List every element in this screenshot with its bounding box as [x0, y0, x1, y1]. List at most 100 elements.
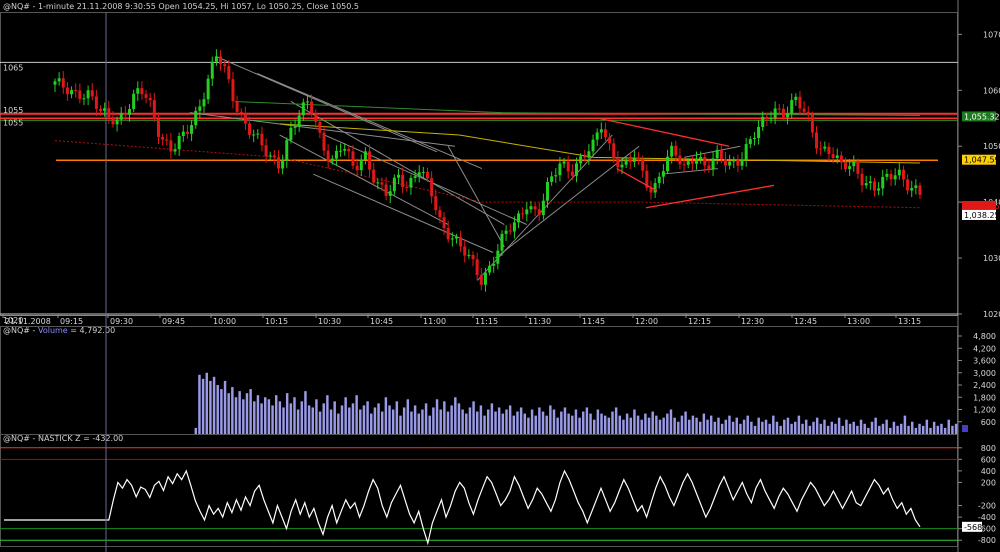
candle-up: [864, 183, 868, 186]
candle-up: [744, 144, 748, 160]
volume-bar: [629, 417, 632, 434]
moving-average-red_dotted: [54, 140, 921, 209]
price-tick-label: 1030: [983, 254, 1000, 263]
candle-up: [413, 176, 417, 179]
candle-up: [488, 265, 492, 273]
volume-bar: [764, 419, 768, 434]
candle-down: [384, 184, 388, 196]
candle-down: [537, 209, 541, 215]
volume-bar: [271, 405, 274, 434]
candle-down: [65, 87, 69, 95]
candle-up: [748, 139, 752, 145]
volume-tick-label: 1,800: [973, 393, 996, 402]
volume-bar: [918, 423, 921, 434]
candle-down: [616, 158, 620, 168]
candle-up: [914, 185, 918, 188]
volume-bar: [622, 419, 625, 434]
candle-down: [185, 131, 189, 134]
time-tick-label: 10:15: [265, 317, 288, 326]
candle-down: [430, 178, 434, 197]
volume-bar: [519, 407, 523, 434]
volume-title-symbol: @NQ# -: [3, 326, 36, 335]
volume-bar: [538, 407, 541, 434]
volume-bar: [837, 417, 841, 434]
candle-up: [711, 158, 715, 170]
volume-bar: [925, 419, 929, 434]
candle-down: [405, 186, 409, 188]
volume-bar: [611, 411, 614, 434]
volume-bar: [951, 425, 954, 434]
volume-bar: [326, 395, 329, 434]
left-level-label: 1055: [3, 106, 23, 115]
volume-bar: [465, 413, 468, 434]
volume-bar: [256, 395, 260, 434]
volume-bar: [834, 423, 837, 434]
candle-up: [620, 164, 624, 168]
volume-bar: [216, 385, 219, 434]
volume-bar: [486, 409, 490, 434]
volume-bar: [680, 415, 684, 434]
volume-bar: [560, 411, 563, 434]
candle-down: [810, 114, 814, 133]
volume-tick-label: 4,200: [973, 344, 996, 353]
volume-bar: [322, 403, 325, 434]
volume-bar: [304, 391, 307, 434]
volume-bar: [932, 421, 936, 434]
volume-bar: [881, 423, 885, 434]
volume-bar: [366, 401, 369, 434]
volume-bar: [709, 415, 713, 434]
trading-chart[interactable]: 1065105510551020 10201030104010501060107…: [0, 0, 1000, 552]
candle-up: [848, 166, 852, 170]
candle-down: [566, 161, 570, 172]
candle-up: [136, 88, 140, 94]
volume-bar: [205, 372, 208, 434]
candle-down: [322, 132, 326, 151]
candle-down: [678, 155, 682, 165]
volume-bar: [479, 405, 483, 434]
volume-bar: [476, 411, 479, 434]
volume-bar: [870, 421, 874, 434]
volume-bar: [578, 417, 581, 434]
volume-bar: [264, 397, 267, 434]
volume-bar: [220, 389, 223, 434]
volume-bar: [921, 425, 925, 434]
candle-down: [318, 121, 322, 133]
candle-up: [202, 99, 206, 107]
candle-down: [368, 151, 372, 170]
volume-bar: [688, 419, 691, 434]
volume-bar: [380, 411, 384, 434]
candle-up: [359, 159, 363, 171]
candle-down: [872, 181, 876, 191]
volume-bar: [362, 405, 366, 434]
oscillator-tick-label: -400: [978, 513, 996, 522]
candle-down: [446, 228, 450, 240]
candle-up: [699, 157, 703, 159]
volume-bar: [245, 393, 249, 434]
volume-tick-label: 3,000: [973, 369, 996, 378]
candle-up: [885, 173, 889, 177]
candle-up: [363, 151, 367, 160]
volume-bar: [757, 417, 760, 434]
volume-bar: [278, 401, 282, 434]
candle-down: [165, 139, 169, 141]
volume-bar: [446, 411, 450, 434]
time-tick-label: 12:15: [688, 317, 711, 326]
candle-up: [397, 174, 401, 178]
volume-bar: [779, 425, 782, 434]
time-tick-label: 10:30: [318, 317, 341, 326]
candle-down: [583, 156, 587, 158]
candle-down: [831, 154, 835, 159]
candle-down: [901, 169, 905, 180]
candle-down: [380, 182, 384, 185]
volume-bar: [808, 425, 812, 434]
volume-bar: [300, 401, 304, 434]
volume-bar: [359, 409, 362, 434]
candle-up: [517, 213, 521, 223]
time-tick-label: 09:45: [162, 317, 185, 326]
candle-up: [173, 149, 177, 152]
volume-bar: [600, 413, 603, 434]
volume-bar: [819, 423, 823, 434]
volume-bar: [505, 409, 508, 434]
volume-bar: [761, 421, 764, 434]
candle-down: [152, 100, 156, 119]
